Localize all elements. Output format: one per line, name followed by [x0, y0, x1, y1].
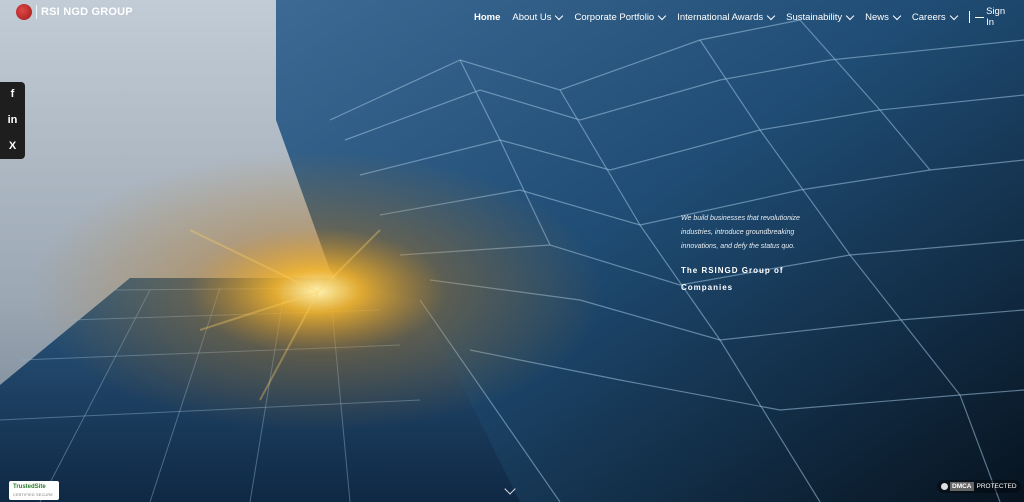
- facebook-icon[interactable]: f: [11, 89, 15, 100]
- social-share-bar: f in X: [0, 82, 25, 159]
- nav-item-news[interactable]: News: [865, 11, 902, 23]
- chevron-down-icon: [555, 11, 564, 20]
- chevron-down-icon: [892, 11, 902, 20]
- nav-item-sustainability[interactable]: Sustainability: [786, 11, 855, 23]
- chevron-down-icon: [949, 11, 958, 20]
- x-icon[interactable]: X: [9, 140, 16, 152]
- nav-item-corporate-portfolio[interactable]: Corporate Portfolio: [574, 11, 667, 23]
- nav-item-label: Careers: [911, 11, 946, 23]
- sign-in-label: Sign In: [986, 6, 1006, 28]
- dmca-label: DMCA: [950, 482, 974, 491]
- trustedsite-name: TrustedSite: [13, 484, 46, 490]
- nav-item-label: Corporate Portfolio: [574, 11, 655, 23]
- chevron-down-icon: [657, 11, 667, 20]
- nav-item-label: Home: [474, 11, 501, 23]
- hero-company-name: The RSINGD Group of Companies: [681, 262, 831, 296]
- brand-name: RSI NGD GROUP: [41, 6, 133, 18]
- chevron-down-icon: [766, 11, 776, 20]
- nav-item-careers[interactable]: Careers: [911, 11, 958, 23]
- trustedsite-subtitle: CERTIFIED SECURE: [13, 493, 54, 497]
- site-header: RSI NGD GROUP Home About Us Corporate Po…: [0, 0, 1024, 28]
- hero-company-line: The RSINGD Group of: [681, 266, 784, 275]
- nav-item-international-awards[interactable]: International Awards: [677, 11, 776, 23]
- logo-divider: [36, 5, 37, 19]
- sign-in-dash-icon: [974, 16, 985, 18]
- nav-divider: [968, 11, 970, 23]
- nav-item-home[interactable]: Home: [474, 12, 500, 23]
- main-nav: Home About Us Corporate Portfolio Intern…: [474, 6, 1024, 28]
- nav-item-about-us[interactable]: About Us: [512, 11, 564, 23]
- chevron-down-icon: [845, 11, 855, 20]
- trustedsite-badge[interactable]: TrustedSite CERTIFIED SECURE: [9, 481, 59, 500]
- brand-logo[interactable]: RSI NGD GROUP: [16, 4, 133, 20]
- linkedin-icon[interactable]: in: [8, 114, 18, 126]
- hero-tagline: We build businesses that revolutionize i…: [681, 215, 800, 250]
- nav-item-label: Sustainability: [786, 11, 843, 23]
- dmca-badge[interactable]: DMCA PROTECTED: [937, 480, 1021, 493]
- logo-emblem-icon: [16, 4, 32, 20]
- lock-icon: [941, 483, 948, 490]
- hero-company-line: Companies: [681, 283, 734, 292]
- dmca-status: PROTECTED: [976, 483, 1017, 490]
- hero-background-image: [0, 0, 1024, 502]
- sign-in-link[interactable]: Sign In: [974, 6, 1010, 28]
- hero-text-block: We build businesses that revolutionize i…: [681, 212, 831, 296]
- nav-item-label: International Awards: [677, 11, 764, 23]
- nav-item-label: About Us: [512, 11, 552, 23]
- nav-item-label: News: [865, 11, 889, 23]
